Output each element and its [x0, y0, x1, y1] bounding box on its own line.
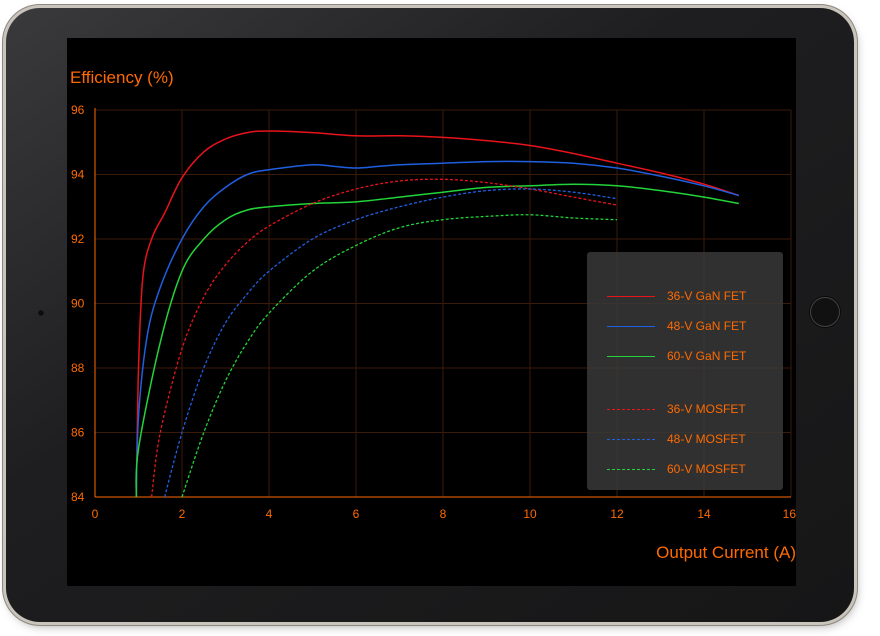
series-line-60-v-mosfet: [181, 214, 618, 498]
legend-label: 60-V GaN FET: [667, 349, 747, 363]
legend-label: 36-V GaN FET: [667, 289, 747, 303]
x-tick-label: 12: [610, 507, 624, 521]
y-tick-label: 90: [71, 297, 85, 311]
legend-swatch: [607, 409, 655, 410]
legend-swatch: [607, 296, 655, 297]
tablet-screen: 84 86 88 90 92 94 96 0 2 4 6 8 10 12 14 16 Efficiency (…: [67, 38, 796, 586]
y-tick-label: 94: [71, 168, 85, 182]
x-tick-label: 6: [353, 507, 360, 521]
legend-label: 60-V MOSFET: [667, 462, 746, 476]
legend-label: 48-V MOSFET: [667, 432, 746, 446]
series-line-36-v-mosfet: [150, 178, 618, 498]
legend-swatch: [607, 469, 655, 470]
x-tick-label: 10: [523, 507, 537, 521]
y-tick-label: 92: [71, 232, 85, 246]
legend-swatch: [607, 326, 655, 327]
legend-item-36v-mosfet: 36-V MOSFET: [587, 399, 783, 419]
y-tick-label: 96: [71, 103, 85, 117]
x-tick-label: 14: [697, 507, 711, 521]
x-tick-label: 0: [92, 507, 99, 521]
x-tick-label: 8: [440, 507, 447, 521]
x-tick-label: 2: [179, 507, 186, 521]
series-line-48-v-mosfet: [163, 188, 618, 498]
legend-label: 48-V GaN FET: [667, 319, 747, 333]
legend-item-60v-mosfet: 60-V MOSFET: [587, 459, 783, 479]
x-axis-title: Output Current (A): [656, 543, 796, 562]
legend-label: 36-V MOSFET: [667, 402, 746, 416]
legend-item-48v-gan: 48-V GaN FET: [587, 316, 783, 336]
legend-item-48v-mosfet: 48-V MOSFET: [587, 429, 783, 449]
x-tick-label: 4: [266, 507, 273, 521]
legend-swatch: [607, 356, 655, 357]
home-button[interactable]: [810, 297, 840, 327]
y-tick-label: 84: [71, 490, 85, 504]
y-axis-title: Efficiency (%): [70, 68, 174, 87]
front-camera: [38, 310, 44, 316]
legend-item-60v-gan: 60-V GaN FET: [587, 346, 783, 366]
legend-swatch: [607, 439, 655, 440]
chart-legend: 36-V GaN FET 48-V GaN FET 60-V GaN FET 3…: [587, 252, 783, 490]
x-tick-label: 16: [783, 507, 796, 521]
y-tick-label: 86: [71, 426, 85, 440]
legend-item-36v-gan: 36-V GaN FET: [587, 286, 783, 306]
y-tick-label: 88: [71, 361, 85, 375]
